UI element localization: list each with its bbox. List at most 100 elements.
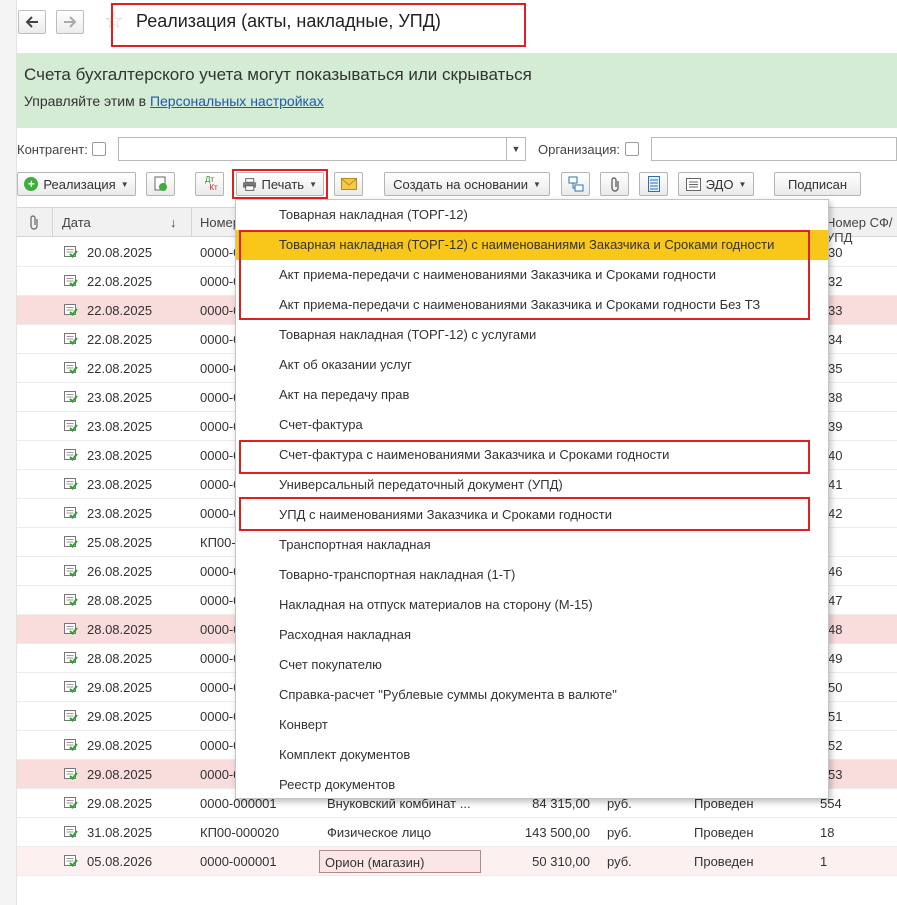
- posted-document-icon: [64, 826, 78, 838]
- organization-field[interactable]: [651, 137, 897, 161]
- print-menu-item[interactable]: Товарная накладная (ТОРГ-12): [236, 200, 828, 230]
- posted-document-icon: [64, 362, 78, 374]
- paperclip-icon: [610, 177, 619, 192]
- print-menu-item[interactable]: Накладная на отпуск материалов на сторон…: [236, 590, 828, 620]
- document-copy-icon: [154, 176, 167, 191]
- cell-invoice-number: 53: [828, 767, 843, 782]
- cell-invoice-number: 32: [828, 274, 843, 289]
- cell-date: 22.08.2025: [87, 361, 153, 376]
- column-separator: [191, 208, 192, 237]
- posted-document-icon: [64, 594, 78, 606]
- cell-invoice-number: 50: [828, 680, 843, 695]
- cell-date: 22.08.2025: [87, 332, 153, 347]
- counterparty-field[interactable]: [118, 137, 507, 161]
- posted-document-icon: [64, 565, 78, 577]
- posted-document-icon: [64, 507, 78, 519]
- print-menu-item[interactable]: Счет покупателю: [236, 650, 828, 680]
- signed-button[interactable]: Подписан: [774, 172, 861, 196]
- cell-invoice-number: 46: [828, 564, 843, 579]
- print-menu-item[interactable]: Справка-расчет "Рублевые суммы документа…: [236, 680, 828, 710]
- create-based-on-button[interactable]: Создать на основании ▼: [384, 172, 550, 196]
- counterparty-checkbox[interactable]: [92, 142, 106, 156]
- annotation-box-menu-3: [239, 497, 810, 531]
- hierarchy-icon: [568, 176, 583, 192]
- register-button[interactable]: [639, 172, 668, 196]
- cell-date: 23.08.2025: [87, 506, 153, 521]
- realization-create-button[interactable]: + Реализация ▼: [17, 172, 136, 196]
- cell-date: 28.08.2025: [87, 651, 153, 666]
- cell-date: 29.08.2025: [87, 680, 153, 695]
- attachments-button[interactable]: [600, 172, 629, 196]
- table-row[interactable]: 31.08.2025 КП00-000020 Физическое лицо 143 …: [17, 818, 897, 847]
- cell-counterparty[interactable]: Орион (магазин): [319, 850, 481, 873]
- cell-status: Проведен: [694, 854, 754, 869]
- cell-date: 29.08.2025: [87, 767, 153, 782]
- chevron-down-icon: ▼: [120, 179, 129, 189]
- sort-indicator: ↓: [170, 215, 177, 230]
- print-menu-item[interactable]: Товарно-транспортная накладная (1-Т): [236, 560, 828, 590]
- chevron-down-icon: ▼: [532, 179, 541, 189]
- list-icon: [647, 176, 660, 192]
- forward-button[interactable]: [56, 10, 84, 34]
- print-menu-item[interactable]: Товарная накладная (ТОРГ-12) с услугами: [236, 320, 828, 350]
- cell-number: 0000-000001: [200, 854, 277, 869]
- print-menu-item[interactable]: Универсальный передаточный документ (УПД…: [236, 470, 828, 500]
- cell-sum: 50 310,00: [532, 854, 590, 869]
- cell-invoice-number: 47: [828, 593, 843, 608]
- cell-date: 22.08.2025: [87, 274, 153, 289]
- edo-exchange-icon: [685, 177, 701, 191]
- posted-document-icon: [64, 391, 78, 403]
- banner-hint-text: Управляйте этим в: [24, 93, 150, 109]
- table-row[interactable]: 05.08.2026 0000-000001 Орион (магазин) 50 3…: [17, 847, 897, 876]
- print-menu-item[interactable]: Реестр документов: [236, 770, 828, 800]
- counterparty-dropdown-button[interactable]: ▼: [506, 137, 526, 161]
- cell-date: 23.08.2025: [87, 448, 153, 463]
- cell-number: КП00-000020: [200, 825, 280, 840]
- print-menu-item[interactable]: Расходная накладная: [236, 620, 828, 650]
- dtkt-bottom-label: Кт: [209, 183, 218, 192]
- print-menu-item[interactable]: Конверт: [236, 710, 828, 740]
- cell-invoice-number: 30: [828, 245, 843, 260]
- posted-document-icon: [64, 768, 78, 780]
- cell-date: 29.08.2025: [87, 709, 153, 724]
- print-menu-item[interactable]: Акт об оказании услуг: [236, 350, 828, 380]
- banner-hint: Управляйте этим в Персональных настройка…: [24, 93, 324, 109]
- posted-document-icon: [64, 449, 78, 461]
- cell-date: 29.08.2025: [87, 738, 153, 753]
- annotation-box-menu-2: [239, 440, 810, 474]
- email-button[interactable]: [334, 172, 363, 196]
- column-header-number[interactable]: Номер: [200, 215, 240, 230]
- back-button[interactable]: [18, 10, 46, 34]
- chevron-down-icon: ▼: [738, 179, 747, 189]
- signed-label: Подписан: [787, 176, 848, 192]
- edo-button[interactable]: ЭДО ▼: [678, 172, 754, 196]
- posted-document-icon: [64, 478, 78, 490]
- arrow-left-icon: [25, 16, 38, 28]
- cell-invoice-number: 39: [828, 419, 843, 434]
- cell-number: КП00-: [200, 535, 236, 550]
- column-header-date[interactable]: Дата: [62, 215, 91, 230]
- structure-button[interactable]: [561, 172, 590, 196]
- organization-checkbox[interactable]: [625, 142, 639, 156]
- print-menu-item[interactable]: Счет-фактура: [236, 410, 828, 440]
- cell-date: 22.08.2025: [87, 303, 153, 318]
- print-menu-item[interactable]: Комплект документов: [236, 740, 828, 770]
- cell-date: 23.08.2025: [87, 419, 153, 434]
- paperclip-column-icon: [30, 215, 38, 230]
- cell-currency: руб.: [607, 825, 632, 840]
- envelope-icon: [340, 178, 357, 190]
- cell-date: 28.08.2025: [87, 622, 153, 637]
- personal-settings-link[interactable]: Персональных настройках: [150, 93, 324, 109]
- cell-invoice-number: 40: [828, 448, 843, 463]
- cell-invoice-number: 48: [828, 622, 843, 637]
- counterparty-label: Контрагент:: [17, 142, 88, 157]
- copy-document-button[interactable]: [146, 172, 175, 196]
- print-menu-item[interactable]: Транспортная накладная: [236, 530, 828, 560]
- cell-invoice-number: 38: [828, 390, 843, 405]
- print-menu-item[interactable]: Акт на передачу прав: [236, 380, 828, 410]
- dtkt-button[interactable]: Дт Кт: [195, 172, 224, 196]
- organization-label: Организация:: [538, 142, 621, 157]
- cell-invoice-number: 49: [828, 651, 843, 666]
- posted-document-icon: [64, 536, 78, 548]
- cell-date: 26.08.2025: [87, 564, 153, 579]
